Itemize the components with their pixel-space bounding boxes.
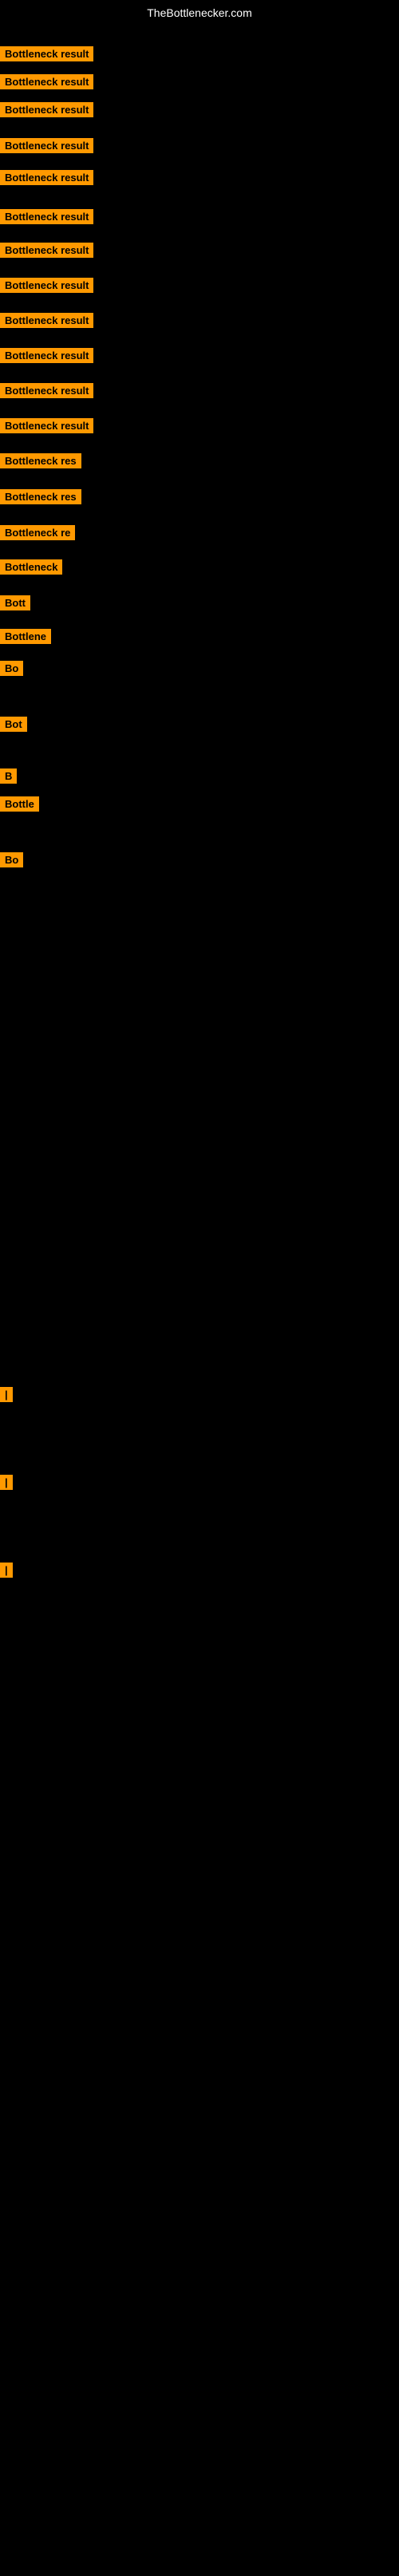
bottleneck-label: | xyxy=(0,1387,13,1402)
bottleneck-label: Bottleneck result xyxy=(0,170,93,185)
site-title: TheBottlenecker.com xyxy=(0,0,399,22)
bottleneck-label: Bottleneck res xyxy=(0,489,81,504)
bottleneck-label: Bott xyxy=(0,595,30,610)
bottleneck-label: Bottleneck result xyxy=(0,46,93,61)
bottleneck-label: Bottleneck result xyxy=(0,278,93,293)
bottleneck-label: Bottleneck result xyxy=(0,348,93,363)
bottleneck-label: Bottleneck res xyxy=(0,453,81,468)
bottleneck-label: Bottlene xyxy=(0,629,51,644)
bottleneck-label: Bottleneck re xyxy=(0,525,75,540)
bottleneck-label: Bottleneck xyxy=(0,559,62,575)
bottleneck-label: Bo xyxy=(0,661,23,676)
bottleneck-label: Bottleneck result xyxy=(0,243,93,258)
bottleneck-label: B xyxy=(0,768,17,784)
bottleneck-label: Bot xyxy=(0,717,27,732)
bottleneck-label: Bottleneck result xyxy=(0,313,93,328)
bottleneck-label: Bottleneck result xyxy=(0,138,93,153)
bottleneck-label: Bottleneck result xyxy=(0,383,93,398)
bottleneck-label: Bottleneck result xyxy=(0,74,93,89)
bottleneck-label: Bo xyxy=(0,852,23,867)
bottleneck-label: Bottle xyxy=(0,796,39,812)
bottleneck-label: Bottleneck result xyxy=(0,209,93,224)
bottleneck-label: | xyxy=(0,1563,13,1578)
bottleneck-label: Bottleneck result xyxy=(0,102,93,117)
bottleneck-label: | xyxy=(0,1475,13,1490)
bottleneck-label: Bottleneck result xyxy=(0,418,93,433)
